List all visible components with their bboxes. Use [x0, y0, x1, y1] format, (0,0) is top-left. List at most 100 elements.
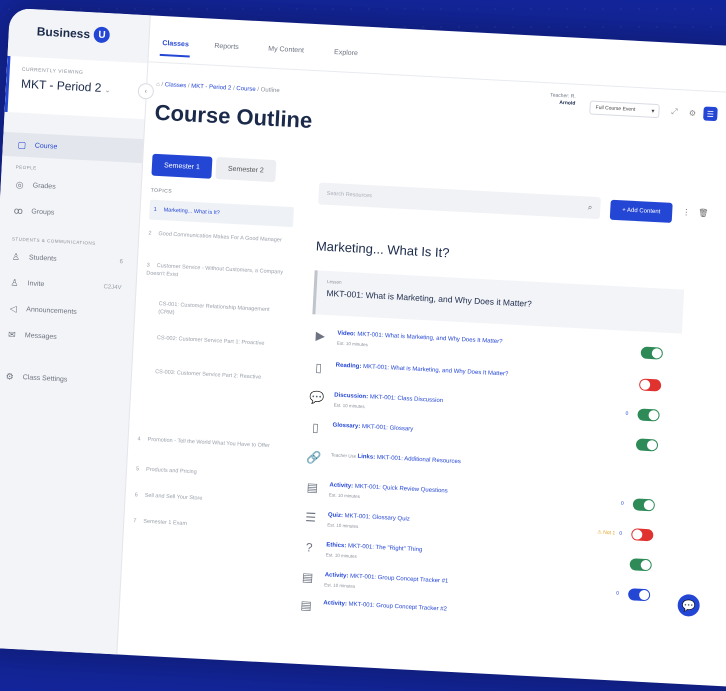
tab-semester-2[interactable]: Semester 2 — [215, 157, 277, 183]
item-name: MKT-001: Additional Resources — [376, 454, 461, 466]
topic-item[interactable]: 4 Promotion - Tell the World What You Hav… — [137, 435, 277, 450]
visibility-toggle[interactable] — [632, 498, 656, 512]
item-name: MKT-001: Group Concept Tracker #2 — [348, 601, 448, 613]
search-placeholder: Search Resources — [326, 190, 373, 200]
sidebar-item-label: Groups — [31, 207, 55, 217]
sidebar-item-label: Students — [28, 253, 57, 263]
submission-count[interactable]: 0 — [625, 411, 628, 417]
topic-item[interactable]: 6 Sell and Sell Your Store — [134, 491, 274, 506]
groups-icon: ꝏ — [13, 204, 24, 216]
sidebar-item-groups[interactable]: ꝏ Groups — [0, 198, 140, 229]
item-title[interactable]: Teacher Use Links: MKT-001: Additional R… — [331, 452, 461, 465]
submission-count[interactable]: 0 — [619, 531, 622, 537]
visibility-toggle[interactable] — [637, 408, 660, 422]
toggle-knob — [643, 499, 655, 511]
chevron-down-icon: ⌄ — [104, 87, 111, 95]
visibility-toggle[interactable] — [635, 438, 659, 452]
breadcrumb-period[interactable]: MKT - Period 2 — [191, 84, 232, 92]
user-menu-icon[interactable]: ☰ — [703, 106, 718, 122]
settings-icon[interactable]: ⚙ — [685, 106, 700, 121]
view-select-value: Full Course Event — [595, 104, 636, 113]
sidebar-item-class-settings[interactable]: ⚙ Class Settings — [0, 364, 131, 395]
tab-semester-1[interactable]: Semester 1 — [151, 153, 213, 179]
visibility-toggle[interactable] — [630, 528, 654, 542]
topic-item[interactable]: CS-001: Customer Relationship Management… — [158, 300, 285, 323]
tab-my-content[interactable]: My Content — [268, 46, 304, 55]
search-icon: ⌕ — [587, 202, 593, 212]
toggle-knob — [639, 379, 651, 391]
brand-badge: U — [93, 26, 111, 44]
topic-label: Products and Pricing — [145, 466, 197, 476]
item-kind: Activity: — [323, 600, 349, 608]
more-options-icon[interactable]: ⋮ — [682, 207, 690, 216]
chat-icon[interactable]: 💬 — [675, 591, 703, 619]
tab-classes[interactable]: Classes — [162, 40, 189, 48]
person-icon: ♙ — [11, 250, 21, 262]
person-add-icon: ♙ — [10, 276, 19, 288]
sidebar-item-course[interactable]: ▢ Course — [2, 131, 144, 164]
add-content-button[interactable]: + Add Content — [609, 199, 673, 223]
item-title[interactable]: Reading: MKT-001: What is Marketing, and… — [336, 363, 509, 378]
warning-badge: ⚠ Not 1 — [597, 529, 616, 537]
submission-count[interactable]: 0 — [621, 501, 624, 507]
submission-count[interactable]: 0 — [616, 591, 619, 597]
students-count: 6 — [119, 259, 124, 266]
chevron-down-icon: ▾ — [651, 108, 655, 115]
tab-explore[interactable]: Explore — [334, 49, 358, 57]
item-name: MKT-001: Group Concept Tracker #1 — [349, 573, 449, 585]
teacher-info: Teacher: R. Arnold — [550, 92, 576, 107]
item-name: MKT-001: Glossary Quiz — [344, 513, 410, 523]
tab-reports[interactable]: Reports — [214, 43, 239, 51]
topic-number: 6 — [134, 492, 138, 499]
item-title[interactable]: Ethics: MKT-001: The "Right" Thing — [326, 542, 422, 553]
breadcrumb-course[interactable]: Course — [236, 86, 256, 93]
document-icon: ▯ — [314, 360, 323, 375]
topic-item[interactable]: 1 Marketing... What is It? — [149, 199, 294, 228]
topic-label: CS-001: Customer Relationship Management… — [158, 301, 270, 317]
lesson-header[interactable]: Lesson MKT-001: What is Marketing, and W… — [312, 270, 685, 334]
topic-item[interactable]: CS-003: Customer Service Part 2: Reactiv… — [155, 368, 281, 383]
visibility-toggle[interactable] — [640, 346, 664, 360]
document-icon: ▯ — [311, 420, 320, 435]
topic-item[interactable]: 3 Customer Service - Without Customers, a… — [146, 262, 287, 285]
toggle-knob — [651, 348, 663, 359]
item-kind: Activity: — [329, 482, 355, 490]
visibility-toggle[interactable] — [638, 378, 662, 392]
item-title[interactable]: Activity: MKT-001: Group Concept Tracker… — [323, 600, 447, 612]
home-icon[interactable]: ⌂ — [156, 82, 160, 88]
collapse-sidebar-button[interactable]: ‹ — [137, 82, 155, 100]
item-title[interactable]: Glossary: MKT-001: Glossary — [332, 422, 413, 432]
view-select[interactable]: Full Course Event ▾ — [589, 100, 660, 119]
item-name: MKT-001: What is Marketing, and Why Does… — [362, 363, 509, 378]
sidebar-item-messages[interactable]: ✉ Messages — [0, 322, 133, 353]
item-title[interactable]: Quiz: MKT-001: Glossary Quiz — [328, 512, 410, 522]
topic-number: 7 — [133, 518, 137, 525]
item-meta: Est. 10 minutes — [325, 552, 357, 559]
visibility-toggle[interactable] — [627, 588, 651, 602]
mail-icon: ✉ — [7, 328, 16, 340]
breadcrumb-classes[interactable]: Classes — [165, 82, 187, 89]
topic-item[interactable]: 7 Semester 1 Exam — [133, 517, 273, 532]
sidebar: Business U CURRENTLY VIEWING MKT - Perio… — [0, 8, 155, 655]
ethics-icon: ? — [305, 540, 313, 555]
video-icon: ▶ — [315, 328, 326, 343]
sidebar-item-label: Course — [34, 141, 58, 151]
search-input[interactable]: Search Resources ⌕ — [318, 182, 601, 220]
invite-code: C2J4V — [103, 284, 122, 292]
brand-logo[interactable]: Business U — [36, 23, 111, 44]
item-meta: Est. 10 minutes — [333, 402, 365, 410]
topic-item[interactable]: 2 Good Communication Makes For A Good Man… — [148, 230, 288, 245]
topic-item[interactable]: CS-002: Customer Service Part 1: Proacti… — [157, 334, 283, 349]
visibility-toggle[interactable] — [629, 558, 653, 572]
class-selector-value: MKT - Period 2 — [20, 76, 102, 95]
topic-number: 3 — [146, 262, 150, 269]
item-prefix: Teacher Use — [330, 452, 358, 459]
expand-icon[interactable]: ⤢ — [667, 105, 682, 120]
link-icon: 🔗 — [306, 450, 322, 465]
section-title: Marketing... What Is It? — [315, 238, 450, 261]
item-kind: Ethics: — [326, 542, 349, 550]
delete-icon[interactable]: 🗑 — [698, 208, 709, 218]
app-window: Business U CURRENTLY VIEWING MKT - Perio… — [0, 8, 726, 691]
class-selector[interactable]: CURRENTLY VIEWING MKT - Period 2 ⌄ — [4, 55, 148, 120]
topic-item[interactable]: 5 Products and Pricing — [136, 465, 276, 480]
